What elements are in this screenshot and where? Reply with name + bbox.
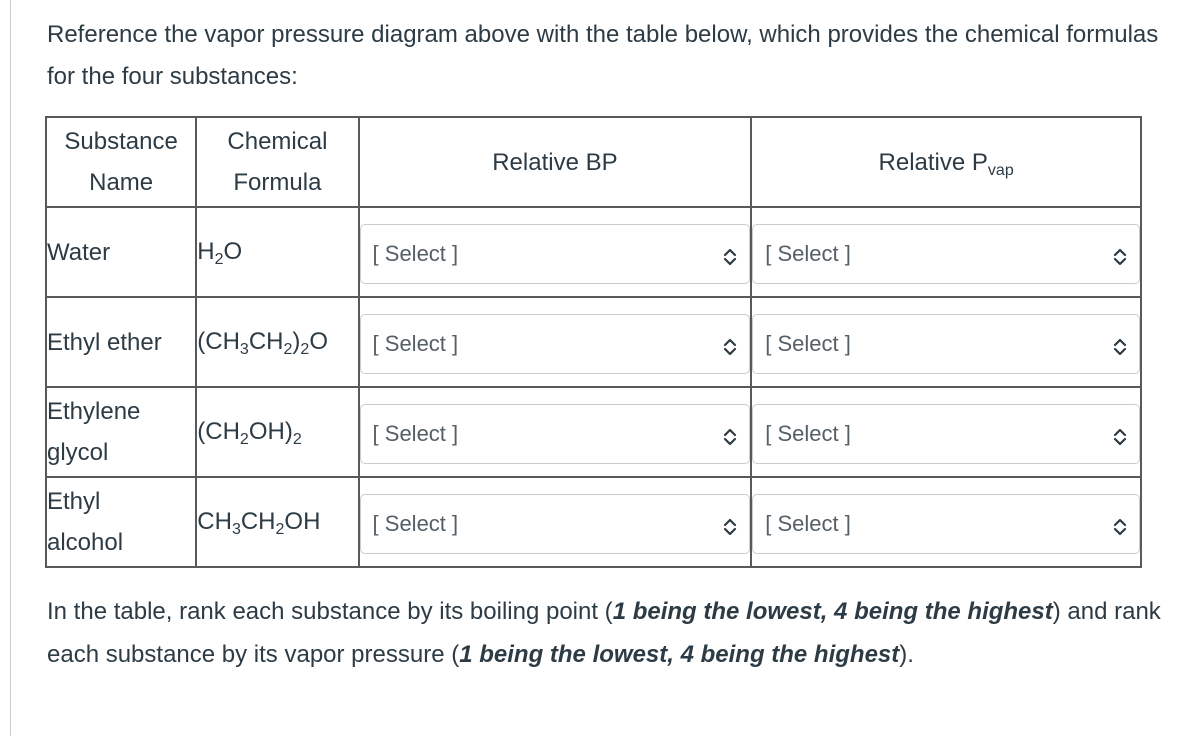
relative-bp-select[interactable]: [ Select ] bbox=[359, 404, 751, 464]
substance-name-line1: Water bbox=[47, 238, 111, 266]
relative-bp-select-cell: [ Select ] bbox=[357, 206, 753, 298]
header-substance-name: Substance Name bbox=[44, 116, 198, 208]
relative-pvap-select-cell: [ Select ] bbox=[750, 296, 1142, 388]
formula-part: CH bbox=[248, 328, 284, 355]
header-substance-line2: Name bbox=[89, 169, 154, 196]
select-value: [ Select ] bbox=[372, 331, 459, 356]
instructions-text: In the table, rank each substance by its… bbox=[47, 590, 1167, 676]
relative-pvap-select[interactable]: [ Select ] bbox=[752, 404, 1140, 464]
intro-text: Reference the vapor pressure diagram abo… bbox=[47, 21, 1159, 90]
relative-bp-select-cell: [ Select ] bbox=[357, 476, 753, 568]
formula-part: 3 bbox=[239, 341, 249, 358]
formula-part: OH) bbox=[248, 418, 293, 445]
select-value: [ Select ] bbox=[765, 511, 851, 536]
formula-part: (CH bbox=[197, 418, 240, 445]
chemical-formula-cell: (CH2OH)2 bbox=[195, 386, 360, 478]
formula-part: O bbox=[223, 238, 243, 265]
formula-part: CH bbox=[240, 508, 276, 535]
header-substance-line1: Substance bbox=[64, 128, 178, 155]
formula-part: (CH bbox=[197, 328, 240, 355]
chevron-up-down-icon bbox=[723, 425, 737, 446]
relative-pvap-select-cell: [ Select ] bbox=[750, 206, 1142, 298]
header-chemical-formula: Chemical Formula bbox=[195, 116, 360, 208]
substance-name-line1: Ethyl bbox=[47, 488, 101, 515]
instructions-part3: ). bbox=[899, 641, 914, 668]
chevron-up-down-icon bbox=[723, 245, 737, 266]
substance-name-cell: Ethyl ether bbox=[44, 296, 198, 388]
formula-part: 2 bbox=[239, 431, 249, 448]
chevron-up-down-icon bbox=[723, 335, 737, 356]
header-formula-line1: Chemical bbox=[227, 128, 328, 155]
chemical-formula-cell: CH3CH2OH bbox=[195, 476, 360, 568]
substance-name-cell: Ethyl alcohol bbox=[44, 476, 198, 568]
table-row: Ethyl ether (CH3CH2)2O[ Select ][ Select … bbox=[44, 296, 1142, 388]
header-relative-bp: Relative BP bbox=[357, 116, 753, 208]
formula-part: OH bbox=[284, 508, 321, 535]
substance-name-line1: Ethyl ether bbox=[47, 328, 162, 356]
substance-name-cell: Water bbox=[44, 206, 198, 298]
relative-pvap-select[interactable]: [ Select ] bbox=[752, 314, 1140, 374]
header-pvap-sub: vap bbox=[987, 161, 1014, 179]
substance-name-cell: Ethylene glycol bbox=[44, 386, 198, 478]
chevron-up-down-icon bbox=[1113, 335, 1127, 356]
relative-pvap-select[interactable]: [ Select ] bbox=[752, 224, 1140, 284]
table-row: Ethyl alcohol CH3CH2OH [ Select ] [ Select ] bbox=[44, 476, 1142, 568]
header-relative-pvap: Relative Pvap bbox=[750, 116, 1142, 208]
relative-pvap-select[interactable]: [ Select ] bbox=[752, 494, 1140, 554]
relative-bp-select[interactable]: [ Select ] bbox=[359, 224, 751, 284]
select-value: [ Select ] bbox=[765, 241, 851, 266]
select-value: [ Select ] bbox=[372, 241, 459, 266]
select-value: [ Select ] bbox=[765, 421, 851, 446]
chevron-up-down-icon bbox=[1113, 425, 1127, 446]
formula-part: 3 bbox=[231, 521, 241, 538]
select-value: [ Select ] bbox=[372, 421, 459, 446]
ranking-table: Substance Name Chemical Formula Relative… bbox=[44, 116, 1142, 568]
instructions-bold1: 1 being the lowest, 4 being the highest bbox=[612, 598, 1053, 625]
table-row: Ethylene glycol (CH2OH)2[ Select ][ Select… bbox=[44, 386, 1142, 478]
instructions-bold2: 1 being the lowest, 4 being the highest bbox=[459, 641, 900, 668]
chevron-up-down-icon bbox=[1113, 245, 1127, 266]
relative-bp-select-cell: [ Select ] bbox=[357, 386, 753, 478]
relative-bp-select[interactable]: [ Select ] bbox=[359, 494, 751, 554]
formula-part: 2 bbox=[300, 341, 310, 358]
chevron-up-down-icon bbox=[723, 515, 737, 536]
header-formula-line2: Formula bbox=[233, 169, 322, 196]
chemical-formula-cell: H2O bbox=[195, 206, 360, 298]
formula-part: CH bbox=[197, 508, 232, 535]
instructions-part1: In the table, rank each substance by its… bbox=[47, 598, 613, 625]
chemical-formula-cell: (CH3CH2)2O bbox=[195, 296, 360, 388]
relative-bp-select[interactable]: [ Select ] bbox=[359, 314, 751, 374]
left-border-rule bbox=[10, 0, 11, 736]
chevron-up-down-icon bbox=[1113, 515, 1127, 536]
relative-pvap-select-cell: [ Select ] bbox=[750, 476, 1142, 568]
select-value: [ Select ] bbox=[372, 511, 459, 536]
table-header-row: Substance Name Chemical Formula Relative… bbox=[44, 116, 1142, 208]
table-row: Water H2O [ Select ] [ Select ] bbox=[44, 206, 1142, 298]
substance-name-line2: alcohol bbox=[47, 529, 124, 556]
formula-part: 2 bbox=[292, 431, 302, 448]
relative-bp-select-cell: [ Select ] bbox=[357, 296, 753, 388]
select-value: [ Select ] bbox=[765, 331, 851, 356]
substance-name-line2: glycol bbox=[47, 439, 109, 466]
substance-name-line1: Ethylene bbox=[47, 398, 141, 425]
header-pvap-main: Relative P bbox=[878, 148, 988, 176]
relative-pvap-select-cell: [ Select ] bbox=[750, 386, 1142, 478]
formula-part: O bbox=[309, 328, 328, 355]
formula-part: H bbox=[197, 238, 215, 265]
formula-part: 2 bbox=[214, 251, 224, 268]
